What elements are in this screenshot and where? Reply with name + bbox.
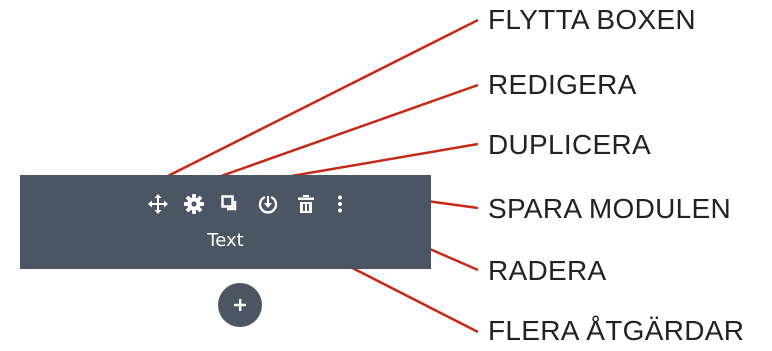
- save-download-icon[interactable]: [256, 192, 280, 216]
- label-flera-atgardar: FLERA ÅTGÄRDAR: [488, 315, 745, 346]
- label-redigera: REDIGERA: [488, 69, 637, 100]
- label-duplicera: DUPLICERA: [488, 129, 651, 160]
- label-radera: RADERA: [488, 255, 607, 286]
- label-flytta-boxen: FLYTTA BOXEN: [488, 4, 696, 35]
- vertical-dots-icon[interactable]: [328, 192, 352, 216]
- trash-icon[interactable]: [294, 192, 318, 216]
- move-arrows-icon[interactable]: [146, 192, 170, 216]
- plus-icon: [234, 299, 246, 311]
- gear-icon[interactable]: [182, 192, 206, 216]
- text-module-bar[interactable]: Text: [20, 175, 431, 269]
- duplicate-icon[interactable]: [218, 192, 242, 216]
- module-label: Text: [207, 230, 244, 251]
- label-spara-modulen: SPARA MODULEN: [488, 193, 731, 224]
- callout-line-move: [149, 18, 479, 187]
- module-toolbar: [146, 192, 356, 218]
- callout-line-settings: [192, 83, 479, 188]
- add-module-button[interactable]: [218, 283, 262, 327]
